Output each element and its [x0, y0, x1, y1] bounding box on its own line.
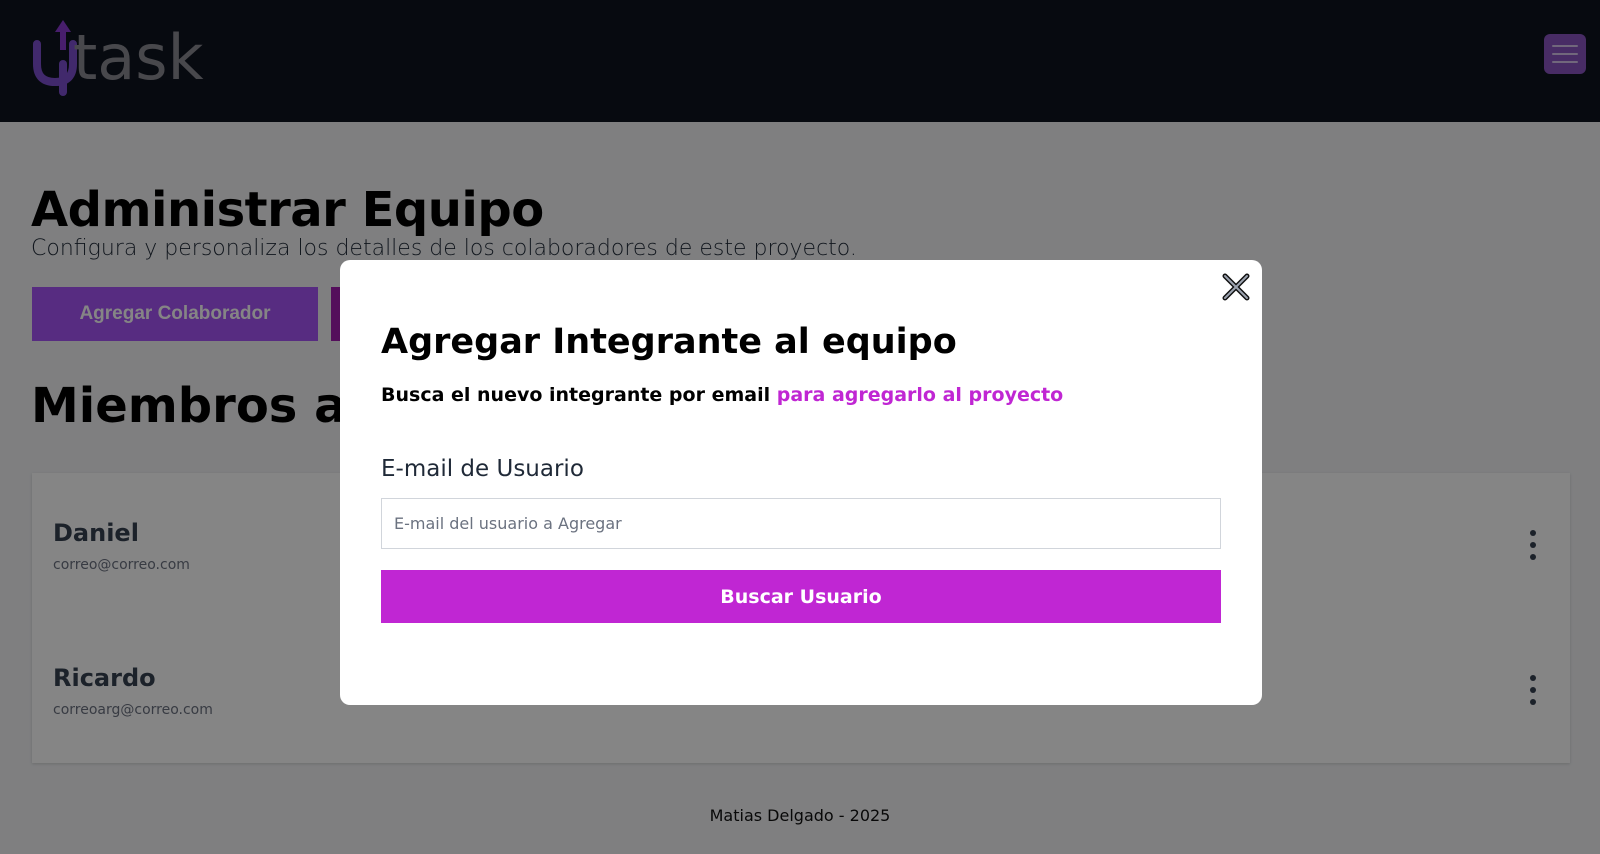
modal-subtitle-accent: para agregarlo al proyecto	[776, 384, 1064, 406]
email-field-label: E-mail de Usuario	[381, 456, 584, 482]
modal-subtitle: Busca el nuevo integrante por email para…	[381, 384, 1063, 406]
search-user-button[interactable]: Buscar Usuario	[381, 570, 1221, 623]
modal-title: Agregar Integrante al equipo	[381, 322, 957, 362]
add-member-modal: Agregar Integrante al equipo Busca el nu…	[340, 260, 1262, 705]
email-field[interactable]	[381, 498, 1221, 549]
close-icon	[1222, 273, 1250, 301]
close-button[interactable]	[1220, 271, 1252, 303]
modal-subtitle-plain: Busca el nuevo integrante por email	[381, 384, 777, 406]
